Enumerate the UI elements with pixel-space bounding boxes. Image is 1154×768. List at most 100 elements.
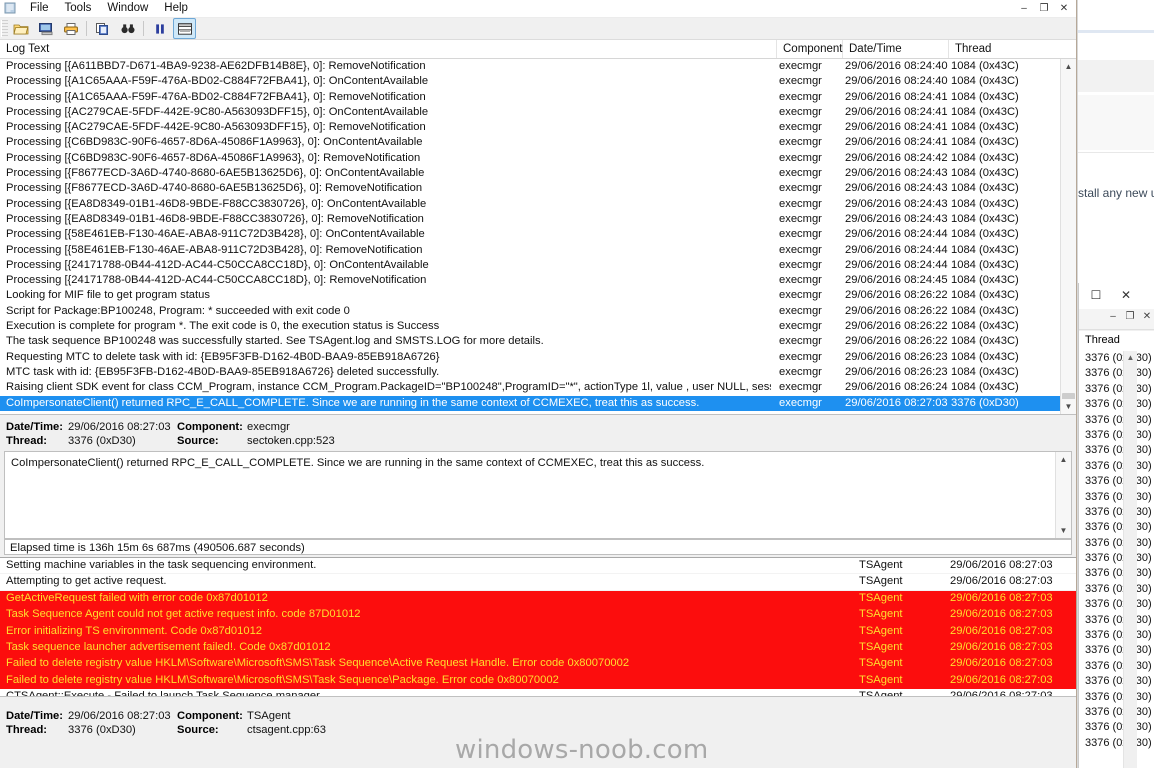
menu-item-file[interactable]: File [22,1,57,16]
toolbar[interactable] [0,18,1076,40]
column-header-log-text[interactable]: Log Text [0,40,777,58]
log-row-text: Task sequence launcher advertisement fai… [6,640,331,653]
detail2-datetime-value: 29/06/2016 08:27:03 [68,710,171,722]
bottom-log-rows[interactable]: Setting machine variables in the task se… [0,558,1076,696]
log-row[interactable]: Processing [{24171788-0B44-412D-AC44-C50… [0,273,1076,288]
log-row-text: Attempting to get active request. [6,575,167,588]
log-row[interactable]: MTC task with id: {EB95F3FB-D162-4B0D-BA… [0,365,1076,380]
main-log-list[interactable]: Processing [{A611BBD7-D671-4BA9-9238-AE6… [0,59,1076,415]
bg-band-1 [1076,60,1154,92]
restore-icon[interactable]: ❐ [1034,1,1054,16]
print-icon[interactable] [59,18,82,39]
log-row-text: Script for Package:BP100248, Program: * … [6,304,350,317]
bg2-window-buttons[interactable]: ☐ ✕ [1085,287,1147,303]
column-header-datetime[interactable]: Date/Time [843,40,949,58]
log-row-text: Processing [{A1C65AAA-F59F-476A-BD02-C88… [6,75,429,88]
log-row-error[interactable]: Error initializing TS environment. Code … [0,623,1076,640]
log-row[interactable]: The task sequence BP100248 was successfu… [0,334,1076,349]
menu-item-tools[interactable]: Tools [57,1,100,16]
log-row[interactable]: Setting machine variables in the task se… [0,558,1076,575]
open-computer-icon[interactable] [34,18,57,39]
scroll-down-icon[interactable]: ▼ [1061,399,1076,414]
copy-icon[interactable] [91,18,114,39]
main-list-scrollbar[interactable]: ▲ ▼ [1060,59,1076,414]
detail-message-box[interactable]: CoImpersonateClient() returned RPC_E_CAL… [4,451,1072,539]
find-icon[interactable] [116,18,139,39]
split-view-icon[interactable] [173,18,196,39]
bg2-row: 3376 (0xD30) [1085,475,1152,488]
detail-scroll-down-icon[interactable]: ▼ [1056,523,1071,538]
log-row[interactable]: Processing [{A1C65AAA-F59F-476A-BD02-C88… [0,74,1076,89]
bg2-scroll-up-icon[interactable]: ▲ [1124,351,1137,364]
bg2-maximize-icon[interactable]: ☐ [1085,287,1107,303]
background-cmtrace-window[interactable]: Thread 3376 (0xD30) 3376 (0xD30) 3376 (0xD… [1078,283,1154,768]
log-row-datetime: 29/06/2016 08:24:41 [845,90,948,103]
log-row[interactable]: Looking for MIF file to get program stat… [0,288,1076,303]
log-row-datetime: 29/06/2016 08:24:41 [845,105,948,118]
log-row-error[interactable]: Failed to delete registry value HKLM\Sof… [0,672,1076,690]
detail-scroll-up-icon[interactable]: ▲ [1056,452,1071,467]
log-row-datetime: 29/06/2016 08:27:03 [950,608,1053,621]
log-row-component: execmgr [779,304,822,317]
column-header-component[interactable]: Component [777,40,843,58]
log-row[interactable]: Processing [{C6BD983C-90F6-4657-8D6A-450… [0,151,1076,166]
detail-source-value: sectoken.cpp:523 [247,435,335,447]
log-row-component: execmgr [779,381,822,394]
log-row[interactable]: Processing [{F8677ECD-3A6D-4740-8680-6AE… [0,166,1076,181]
log-row[interactable]: Processing [{EA8D8349-01B1-46D8-9BDE-F88… [0,197,1076,212]
log-row[interactable]: Processing [{58E461EB-F130-46AE-ABA8-911… [0,227,1076,242]
scroll-up-icon[interactable]: ▲ [1061,59,1076,74]
log-row[interactable]: Processing [{AC279CAE-5FDF-442E-9C80-A56… [0,120,1076,135]
menu-item-help[interactable]: Help [156,1,196,16]
log-row[interactable]: Processing [{EA8D8349-01B1-46D8-9BDE-F88… [0,212,1076,227]
log-row-component: TSAgent [859,559,903,571]
main-log-rows[interactable]: Processing [{A611BBD7-D671-4BA9-9238-AE6… [0,59,1076,411]
log-row[interactable]: CTSAgent::Execute - Failed to launch Tas… [0,689,1076,696]
log-row[interactable]: Processing [{AC279CAE-5FDF-442E-9C80-A56… [0,105,1076,120]
bg2-window-buttons-inner[interactable]: – ❐ ✕ [1105,310,1154,324]
log-row[interactable]: Script for Package:BP100248, Program: * … [0,304,1076,319]
log-row-error[interactable]: Task sequence launcher advertisement fai… [0,639,1076,657]
detail-message-scrollbar[interactable]: ▲ ▼ [1055,452,1071,538]
log-row[interactable]: Processing [{A611BBD7-D671-4BA9-9238-AE6… [0,59,1076,74]
log-row[interactable]: CoImpersonateClient() returned RPC_E_CAL… [0,395,1076,411]
log-row[interactable]: Raising client SDK event for class CCM_P… [0,380,1076,395]
log-row[interactable]: Requesting MTC to delete task with id: {… [0,350,1076,365]
bg2-scrollbar[interactable]: ▲ [1123,351,1137,768]
log-row[interactable]: Processing [{58E461EB-F130-46AE-ABA8-911… [0,243,1076,258]
log-row-error[interactable]: Task Sequence Agent could not get active… [0,607,1076,624]
toolbar-grip[interactable] [1,20,8,37]
log-row[interactable]: Processing [{24171788-0B44-412D-AC44-C50… [0,258,1076,273]
log-row[interactable]: Processing [{F8677ECD-3A6D-4740-8680-6AE… [0,181,1076,196]
bg2-row-list[interactable]: 3376 (0xD30) 3376 (0xD30) 3376 (0xD30) 3376… [1079,351,1154,768]
bg2-close-icon[interactable]: ✕ [1115,287,1137,303]
log-row-error[interactable]: GetActiveRequest failed with error code … [0,590,1076,608]
menu-bar[interactable]: File Tools Window Help [22,1,196,16]
column-header-thread[interactable]: Thread [949,40,1061,58]
background-windows-update-window[interactable] [1075,0,1154,290]
log-row[interactable]: Processing [{C6BD983C-90F6-4657-8D6A-450… [0,135,1076,150]
close-icon[interactable]: ✕ [1054,1,1074,16]
log-row-datetime: 29/06/2016 08:24:44 [845,243,948,256]
menu-item-window[interactable]: Window [99,1,156,16]
main-column-header[interactable]: Log Text Component Date/Time Thread [0,40,1076,59]
log-row[interactable]: Processing [{A1C65AAA-F59F-476A-BD02-C88… [0,90,1076,105]
log-row[interactable]: Execution is complete for program *. The… [0,319,1076,334]
log-row-thread: 1084 (0x43C) [951,381,1019,394]
window-control-buttons[interactable]: – ❐ ✕ [1014,1,1074,16]
log-row-thread: 1084 (0x43C) [951,258,1019,271]
bg2-inner-close-icon[interactable]: ✕ [1139,310,1154,324]
log-row-thread: 1084 (0x43C) [951,212,1019,225]
bottom-log-list[interactable]: Setting machine variables in the task se… [0,557,1076,697]
log-row[interactable]: Attempting to get active request. TSAgent… [0,574,1076,591]
bg2-row: 3376 (0xD30) [1085,567,1152,580]
log-row-component: execmgr [779,105,822,118]
bg2-column-header[interactable]: Thread [1079,331,1154,352]
log-row-error[interactable]: Failed to delete registry value HKLM\Sof… [0,656,1076,673]
pause-icon[interactable] [148,18,171,39]
open-file-icon[interactable] [9,18,32,39]
log-row-text: Processing [{24171788-0B44-412D-AC44-C50… [6,258,429,271]
bg2-inner-minimize-icon[interactable]: – [1105,310,1121,324]
bg2-inner-restore-icon[interactable]: ❐ [1122,310,1138,324]
minimize-icon[interactable]: – [1014,1,1034,16]
